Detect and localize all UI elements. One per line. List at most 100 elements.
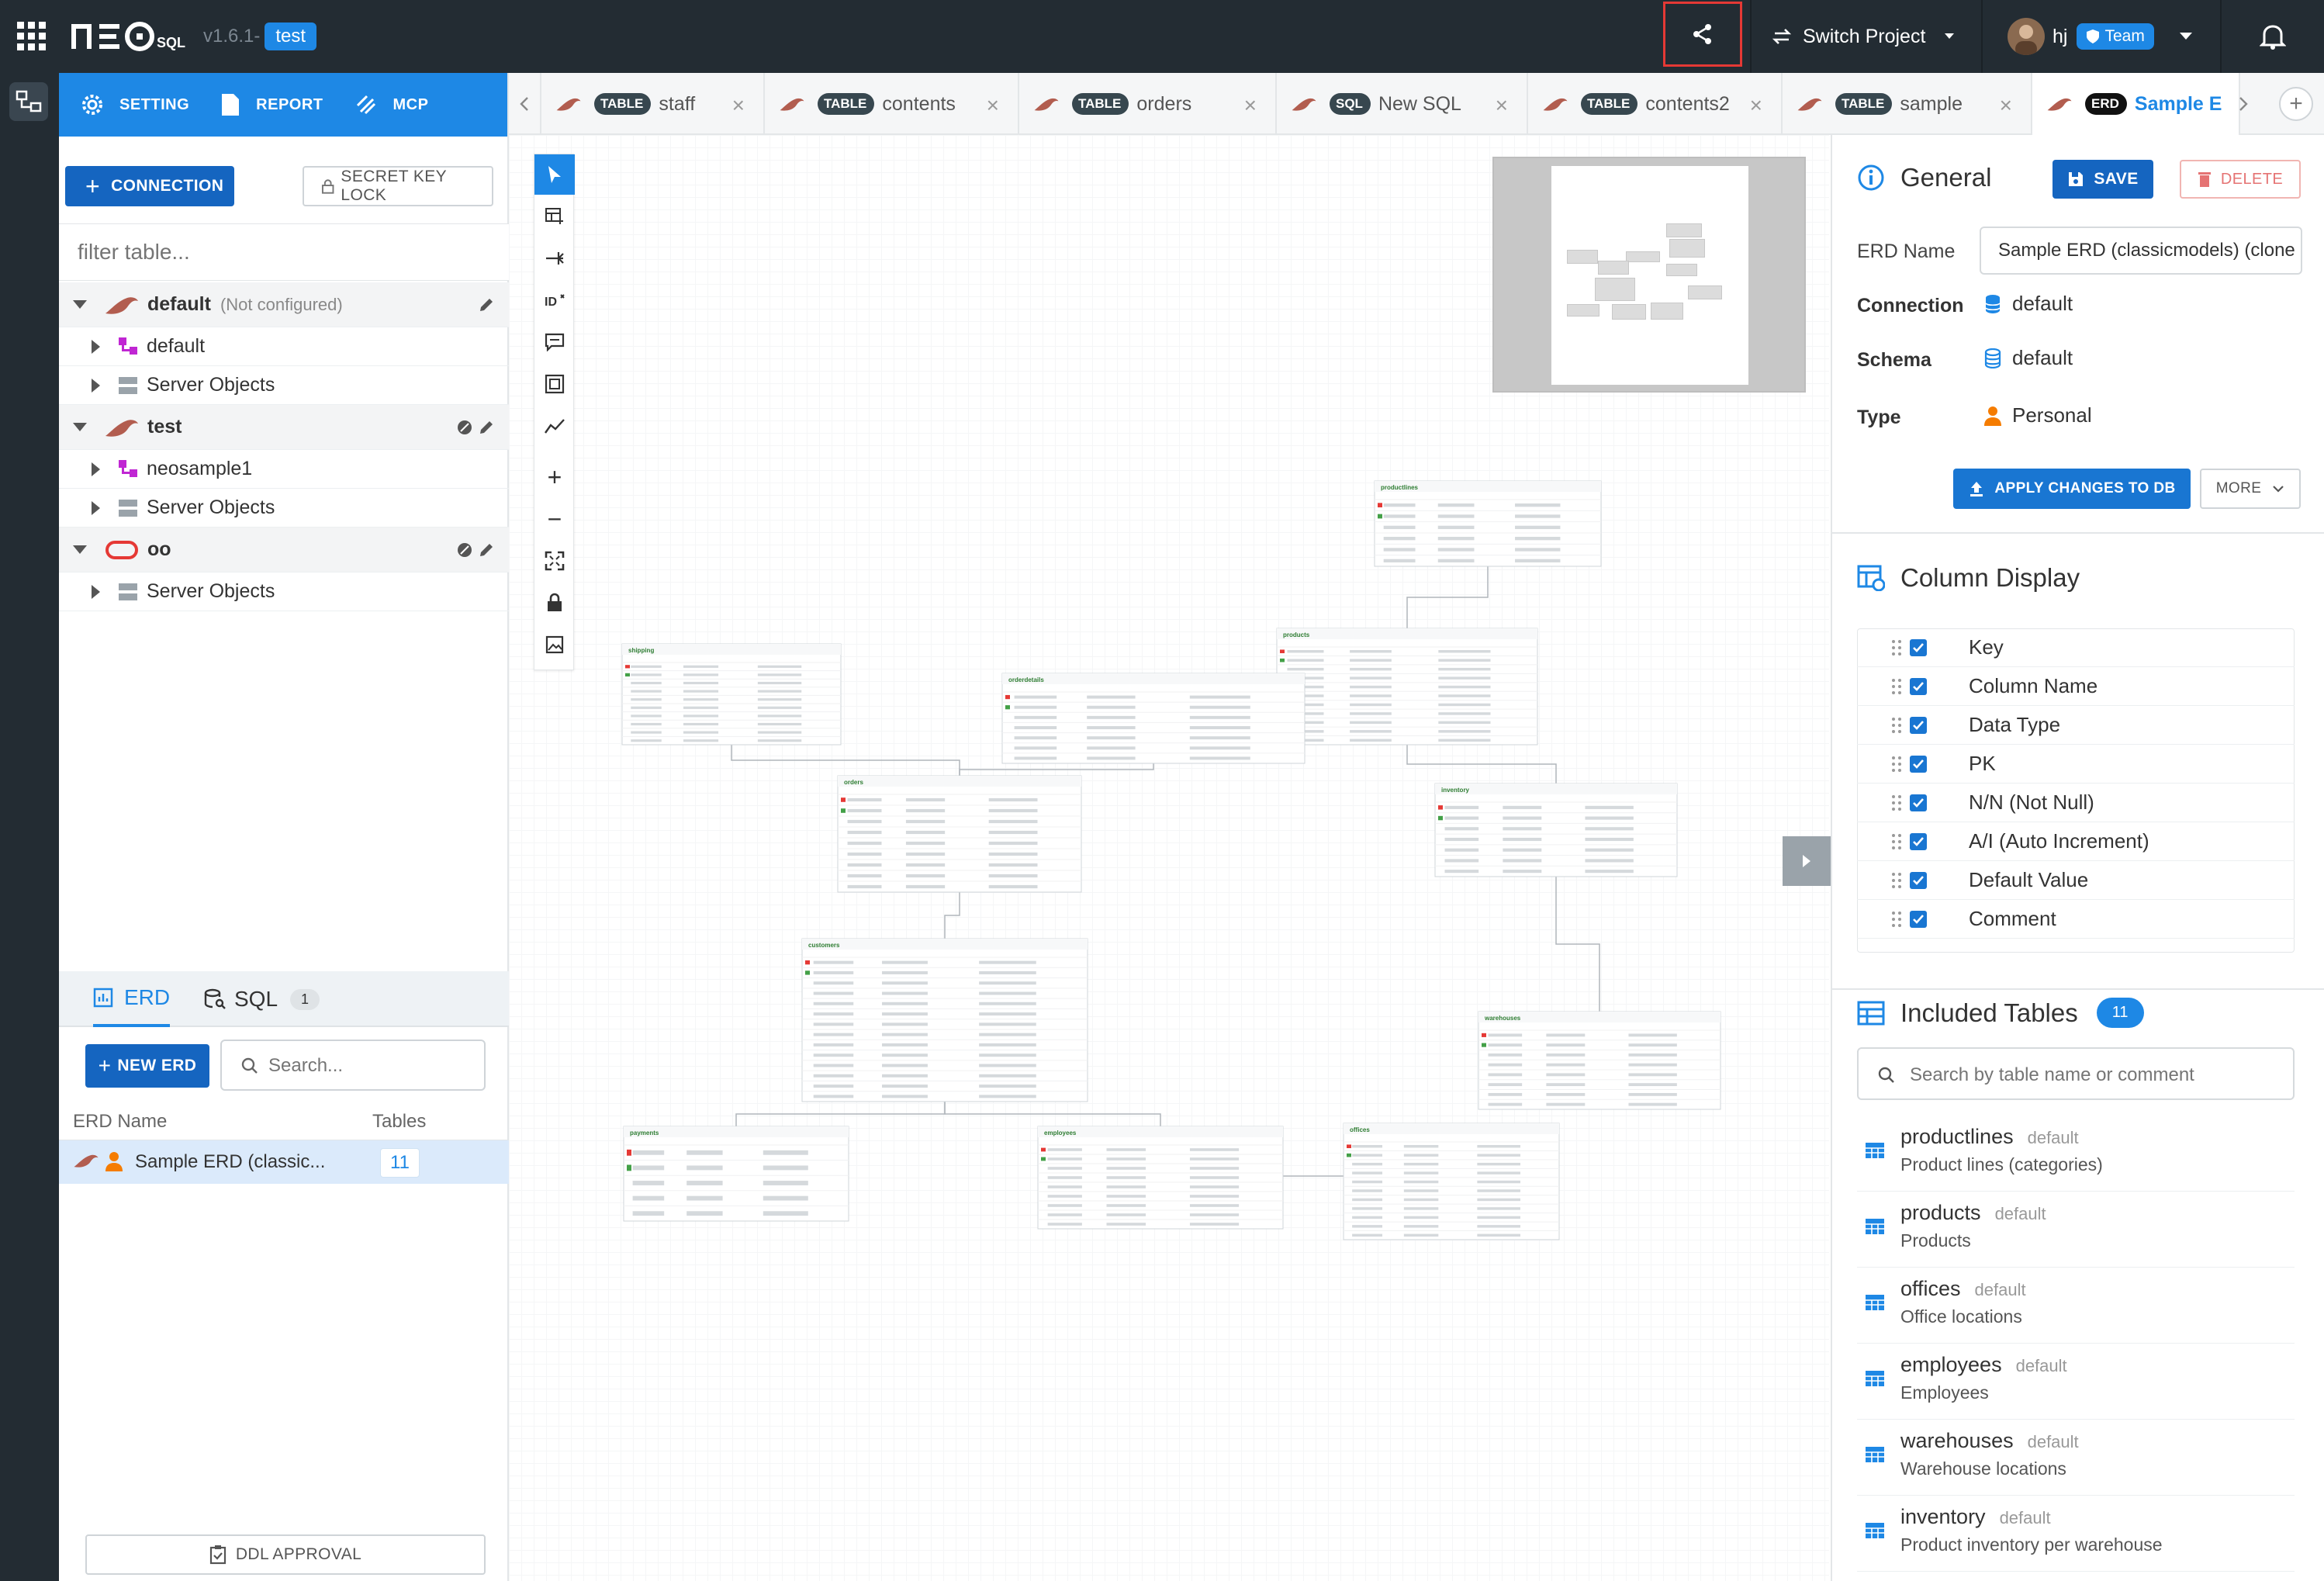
erd-table-customers[interactable]: customers [801, 938, 1088, 1102]
checkbox[interactable] [1910, 638, 1927, 656]
add-connection-button[interactable]: + CONNECTION [65, 166, 234, 206]
tab-orders[interactable]: TABLE orders × [1019, 73, 1277, 135]
comment-tool[interactable] [534, 322, 575, 362]
delete-button[interactable]: DELETE [2180, 160, 2301, 199]
disconnect-icon[interactable] [456, 541, 473, 559]
erd-table-shipping[interactable]: shipping [621, 643, 842, 746]
db-explorer-icon[interactable] [9, 82, 48, 121]
apply-changes-button[interactable]: APPLY CHANGES TO DB [1953, 469, 2191, 509]
erd-table-productlines[interactable]: productlines [1374, 480, 1602, 567]
erd-table-offices[interactable]: offices [1343, 1123, 1560, 1240]
ddl-approval-button[interactable]: DDL APPROVAL [85, 1534, 486, 1575]
secret-key-lock-button[interactable]: SECRET KEY LOCK [303, 166, 493, 206]
erd-table-orders[interactable]: orders [837, 775, 1082, 893]
erd-search-input[interactable] [268, 1050, 478, 1081]
erd-search-box[interactable] [220, 1040, 486, 1091]
minimap[interactable] [1492, 157, 1806, 393]
tree-item-database[interactable]: default [59, 327, 509, 366]
chevron-right-icon[interactable] [92, 500, 100, 515]
tree-item-server-objects[interactable]: Server Objects [59, 489, 509, 528]
tab-contents2[interactable]: TABLE contents2 × [1528, 73, 1783, 135]
tab-new-sql[interactable]: SQL New SQL × [1277, 73, 1528, 135]
erd-table-employees[interactable]: employees [1037, 1126, 1284, 1230]
tab-staff[interactable]: TABLE staff × [541, 73, 765, 135]
included-table-item[interactable]: offices default Office locations [1857, 1268, 2295, 1344]
report-button[interactable]: REPORT [220, 92, 323, 117]
erd-name-input[interactable] [1980, 227, 2302, 275]
filter-table-input[interactable] [59, 223, 509, 281]
column-display-row[interactable]: PK [1857, 745, 2295, 784]
table-search-input[interactable] [1910, 1060, 2282, 1091]
table-search-box[interactable] [1857, 1047, 2295, 1100]
project-badge[interactable]: test [265, 22, 317, 50]
zoom-in-button[interactable]: + [534, 457, 575, 497]
pencil-icon[interactable] [478, 419, 495, 436]
new-erd-button[interactable]: + NEW ERD [85, 1044, 209, 1088]
share-button[interactable] [1663, 2, 1742, 67]
area-tool[interactable] [534, 364, 575, 404]
zoom-out-button[interactable]: − [534, 499, 575, 539]
included-table-item[interactable]: products default Products [1857, 1192, 2295, 1268]
drag-handle-icon[interactable] [1891, 717, 1902, 734]
drag-handle-icon[interactable] [1891, 639, 1902, 656]
tab-scroll-right-button[interactable] [2228, 88, 2259, 119]
pencil-icon[interactable] [478, 541, 495, 559]
tab-contents[interactable]: TABLE contents × [765, 73, 1019, 135]
included-table-item[interactable]: employees default Employees [1857, 1344, 2295, 1420]
relation-tool[interactable] [534, 238, 575, 278]
tree-item-server-objects[interactable]: Server Objects [59, 573, 509, 611]
setting-button[interactable]: SETTING [81, 93, 189, 116]
lock-button[interactable] [534, 583, 575, 623]
column-display-row[interactable]: Data Type [1857, 706, 2295, 745]
connection-default[interactable]: default (Not configured) [59, 282, 509, 327]
switch-project-button[interactable]: Switch Project [1761, 0, 1964, 73]
line-tool[interactable] [534, 406, 575, 446]
checkbox[interactable] [1910, 794, 1927, 811]
chevron-down-icon[interactable] [73, 423, 87, 431]
tree-item-server-objects[interactable]: Server Objects [59, 366, 509, 405]
connection-oo[interactable]: oo [59, 528, 509, 573]
checkbox[interactable] [1910, 910, 1927, 928]
add-tab-button[interactable]: + [2279, 87, 2313, 121]
close-icon[interactable]: × [987, 93, 999, 118]
checkbox[interactable] [1910, 832, 1927, 850]
close-icon[interactable]: × [1750, 93, 1762, 118]
chevron-right-icon[interactable] [92, 584, 100, 599]
erd-table-orderdetails[interactable]: orderdetails [1001, 673, 1306, 764]
checkbox[interactable] [1910, 677, 1927, 695]
drag-handle-icon[interactable] [1891, 911, 1902, 928]
fit-screen-button[interactable] [534, 541, 575, 581]
chevron-right-icon[interactable] [92, 462, 100, 476]
chevron-down-icon[interactable] [73, 300, 87, 309]
mcp-button[interactable]: MCP [354, 93, 429, 116]
erd-table-warehouses[interactable]: warehouses [1478, 1011, 1721, 1110]
tab-sql[interactable]: SQL 1 [203, 971, 320, 1027]
chevron-right-icon[interactable] [92, 378, 100, 393]
erd-list-row[interactable]: Sample ERD (classic... 11 [59, 1140, 509, 1184]
column-display-row[interactable]: Key [1857, 628, 2295, 667]
drag-handle-icon[interactable] [1891, 794, 1902, 811]
pencil-icon[interactable] [478, 296, 495, 313]
notifications-button[interactable] [2250, 0, 2296, 73]
identifying-relation-tool[interactable]: ID [534, 280, 575, 320]
column-display-row[interactable]: Column Name [1857, 667, 2295, 706]
tree-item-database[interactable]: neosample1 [59, 450, 509, 489]
drag-handle-icon[interactable] [1891, 678, 1902, 695]
tab-scroll-left-button[interactable] [509, 73, 541, 135]
disconnect-icon[interactable] [456, 419, 473, 436]
export-image-button[interactable] [534, 624, 575, 665]
chevron-down-icon[interactable] [73, 545, 87, 554]
drag-handle-icon[interactable] [1891, 833, 1902, 850]
checkbox[interactable] [1910, 755, 1927, 773]
select-tool-button[interactable] [534, 154, 575, 195]
checkbox[interactable] [1910, 716, 1927, 734]
connection-test[interactable]: test [59, 405, 509, 450]
included-table-item[interactable]: warehouses default Warehouse locations [1857, 1420, 2295, 1496]
column-display-row[interactable]: N/N (Not Null) [1857, 784, 2295, 822]
included-table-item[interactable]: productlines default Product lines (catego… [1857, 1116, 2295, 1192]
apps-grid-icon[interactable] [16, 20, 48, 53]
erd-table-payments[interactable]: payments [623, 1126, 849, 1222]
collapse-right-panel-button[interactable] [1783, 836, 1831, 886]
close-icon[interactable]: × [2000, 93, 2012, 118]
close-icon[interactable]: × [1496, 93, 1508, 118]
